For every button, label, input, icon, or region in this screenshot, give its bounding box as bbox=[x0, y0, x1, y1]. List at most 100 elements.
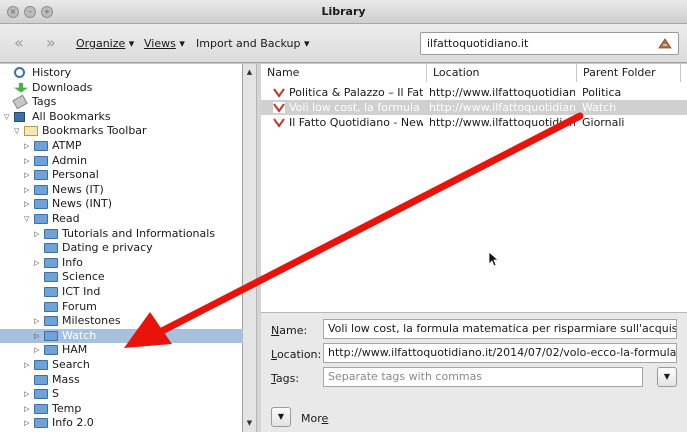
tree-item[interactable]: ▷ S bbox=[0, 387, 243, 401]
tree-item[interactable]: ▷ Tutorials and Informationals bbox=[0, 227, 243, 241]
tree-item[interactable]: ▷ News (INT) bbox=[0, 197, 243, 211]
bookmark-list[interactable]: Name Location Parent Folder Politica & P… bbox=[261, 64, 687, 312]
tree-item[interactable]: ▷ Info 2.0 bbox=[0, 416, 243, 430]
table-row[interactable]: Politica & Palazzo – Il Fatt... http://ww… bbox=[261, 85, 687, 100]
forward-arrow-icon[interactable]: » bbox=[46, 35, 56, 51]
tree-item[interactable]: Mass bbox=[0, 373, 243, 387]
tree-item-label: Info 2.0 bbox=[52, 416, 94, 430]
tree-item-label: Forum bbox=[62, 299, 97, 313]
folder-icon bbox=[34, 418, 48, 429]
tree-item[interactable]: Downloads bbox=[0, 81, 243, 95]
back-arrow-icon[interactable]: « bbox=[14, 35, 24, 51]
tree-item[interactable]: ▽ Read bbox=[0, 212, 243, 226]
tree-item[interactable]: Dating e privacy bbox=[0, 241, 243, 255]
tree-item-label: Milestones bbox=[62, 314, 121, 328]
tree-item[interactable]: ▷ Milestones bbox=[0, 314, 243, 328]
tags-dropdown-button[interactable]: ▼ bbox=[657, 367, 677, 387]
tree-item[interactable]: Tags bbox=[0, 94, 243, 110]
tree-item-label: Personal bbox=[52, 168, 99, 182]
tree-item-label: ICT Ind bbox=[62, 285, 101, 298]
column-header-parent-folder[interactable]: Parent Folder bbox=[577, 64, 681, 82]
tree-item[interactable]: ▷ Temp bbox=[0, 402, 243, 416]
collapsed-twisty-icon[interactable]: ▷ bbox=[24, 197, 32, 211]
table-row[interactable]: Il Fatto Quotidiano - News... http://www.… bbox=[261, 115, 687, 130]
tree-item[interactable]: ▽ Bookmarks Toolbar bbox=[0, 124, 243, 138]
collapsed-twisty-icon[interactable]: ▷ bbox=[34, 314, 42, 328]
tree-item[interactable]: Forum bbox=[0, 300, 243, 314]
tags-field[interactable]: Separate tags with commas bbox=[323, 367, 643, 387]
tree-item-label: Science bbox=[62, 270, 105, 284]
tree-item[interactable]: History bbox=[0, 66, 243, 80]
site-favicon-icon bbox=[273, 87, 285, 98]
tree-item-label: All Bookmarks bbox=[32, 109, 111, 123]
more-label[interactable]: More bbox=[301, 412, 328, 425]
tree-item[interactable]: ▷ Admin bbox=[0, 154, 243, 168]
site-favicon-icon bbox=[273, 102, 285, 113]
cell-location: http://www.ilfattoquotidiano.it/... bbox=[429, 86, 575, 99]
download-arrow-icon bbox=[14, 82, 28, 93]
collapsed-twisty-icon[interactable]: ▷ bbox=[24, 387, 32, 401]
more-toggle-button[interactable]: ▼ bbox=[271, 407, 291, 427]
tree-item[interactable]: ▽ All Bookmarks bbox=[0, 110, 243, 124]
tree-item[interactable]: ICT Ind bbox=[0, 285, 243, 299]
sidebar-scrollbar[interactable]: ▲ ▼ bbox=[243, 64, 257, 432]
collapsed-twisty-icon[interactable]: ▷ bbox=[24, 416, 32, 430]
tree-item[interactable]: ▷ HAM bbox=[0, 343, 243, 357]
collapsed-twisty-icon[interactable]: ▷ bbox=[24, 358, 32, 372]
scroll-up-icon[interactable]: ▲ bbox=[243, 66, 256, 79]
expanded-twisty-icon[interactable]: ▽ bbox=[4, 110, 12, 124]
details-panel: Name: Voli low cost, la formula matemati… bbox=[261, 312, 687, 432]
folder-icon bbox=[44, 257, 58, 268]
tree-item[interactable]: ▷ ATMP bbox=[0, 139, 243, 153]
mouse-cursor-icon bbox=[488, 251, 500, 267]
folder-icon bbox=[44, 228, 58, 239]
folder-icon bbox=[44, 287, 58, 297]
collapsed-twisty-icon[interactable]: ▷ bbox=[24, 183, 32, 197]
table-row[interactable]: Voli low cost, la formula m... http://www… bbox=[261, 100, 687, 115]
tree-item[interactable]: ▷ Info bbox=[0, 256, 243, 270]
collapsed-twisty-icon[interactable]: ▷ bbox=[24, 402, 32, 416]
tree-item-label: Mass bbox=[52, 372, 80, 386]
expanded-twisty-icon[interactable]: ▽ bbox=[14, 124, 22, 138]
folder-icon bbox=[34, 170, 48, 181]
tree-item[interactable]: ▷ Search bbox=[0, 358, 243, 372]
organize-menu[interactable]: Organize ▾ bbox=[76, 37, 134, 50]
tree-item-label: HAM bbox=[62, 343, 88, 357]
search-value: ilfattoquotidiano.it bbox=[427, 37, 529, 50]
import-backup-menu[interactable]: Import and Backup ▾ bbox=[196, 37, 310, 50]
expanded-twisty-icon[interactable]: ▽ bbox=[24, 212, 32, 226]
tree-item[interactable]: Science bbox=[0, 270, 243, 284]
name-field[interactable]: Voli low cost, la formula matematica per… bbox=[323, 319, 677, 339]
collapsed-twisty-icon[interactable]: ▷ bbox=[34, 227, 42, 241]
site-favicon-icon bbox=[273, 117, 285, 128]
tag-icon bbox=[12, 94, 28, 110]
folder-icon bbox=[34, 214, 48, 224]
column-header-location[interactable]: Location bbox=[427, 64, 577, 82]
collapsed-twisty-icon[interactable]: ▷ bbox=[24, 168, 32, 182]
tree-item-label: News (INT) bbox=[52, 197, 112, 211]
collapsed-twisty-icon[interactable]: ▷ bbox=[34, 329, 42, 343]
sidebar-tree[interactable]: History Downloads Tags ▽ All Bookmarks ▽ Bookm… bbox=[0, 64, 243, 432]
import-backup-label: Import and Backup bbox=[196, 37, 301, 50]
search-input[interactable]: ilfattoquotidiano.it bbox=[420, 32, 679, 55]
collapsed-twisty-icon[interactable]: ▷ bbox=[34, 256, 42, 270]
tree-item[interactable]: ▷ News (IT) bbox=[0, 183, 243, 197]
tree-item[interactable]: ▷ Watch bbox=[0, 328, 243, 343]
name-label: Name: bbox=[271, 324, 308, 337]
cell-location: http://www.ilfattoquotidiano.it/... bbox=[429, 116, 575, 129]
views-menu[interactable]: Views ▾ bbox=[144, 37, 185, 50]
collapsed-twisty-icon[interactable]: ▷ bbox=[24, 139, 32, 153]
location-field[interactable]: http://www.ilfattoquotidiano.it/2014/07/… bbox=[323, 343, 677, 363]
folder-icon bbox=[34, 141, 48, 151]
scroll-down-icon[interactable]: ▼ bbox=[243, 417, 256, 430]
collapsed-twisty-icon[interactable]: ▷ bbox=[34, 343, 42, 357]
clear-search-icon[interactable] bbox=[658, 37, 672, 49]
folder-icon bbox=[34, 374, 48, 385]
tree-item-label: S bbox=[52, 387, 59, 401]
toolbar-folder-icon bbox=[24, 126, 38, 137]
column-header-name[interactable]: Name bbox=[261, 64, 427, 82]
organize-label: Organize bbox=[76, 37, 126, 50]
toolbar: « » Organize ▾ Views ▾ Import and Backup… bbox=[0, 24, 687, 63]
collapsed-twisty-icon[interactable]: ▷ bbox=[24, 154, 32, 168]
tree-item[interactable]: ▷ Personal bbox=[0, 168, 243, 182]
